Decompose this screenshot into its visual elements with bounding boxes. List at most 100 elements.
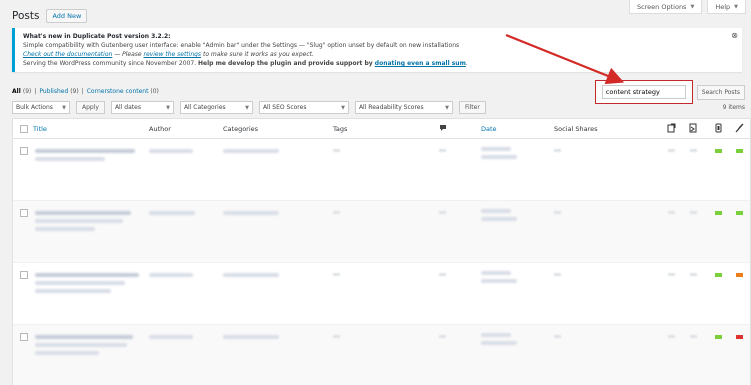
review-settings-link[interactable]: review the settings	[144, 51, 202, 58]
chevron-down-icon: ▼	[166, 104, 170, 111]
view-all-label: All	[12, 88, 21, 95]
select-all-checkbox[interactable]	[20, 125, 28, 133]
row-checkbox[interactable]	[20, 333, 28, 341]
view-separator: |	[81, 88, 84, 95]
table-row[interactable]	[13, 325, 750, 385]
chevron-down-icon: ▼	[445, 104, 449, 111]
filter-button[interactable]: Filter	[458, 101, 486, 114]
view-cornerstone[interactable]: Cornerstone content (0)	[87, 88, 159, 95]
blurred-category	[223, 273, 279, 277]
search-posts-button[interactable]: Search Posts	[696, 84, 745, 100]
blurred-date	[481, 155, 517, 159]
bulk-actions-label: Bulk Actions	[16, 104, 53, 111]
blurred-outgoing	[668, 211, 675, 214]
apply-button[interactable]: Apply	[76, 101, 105, 114]
dates-select[interactable]: All dates ▼	[110, 101, 174, 114]
view-all[interactable]: All (9)	[12, 88, 31, 95]
screen-options-label: Screen Options	[636, 2, 687, 11]
chevron-down-icon: ▼	[245, 104, 249, 111]
seo-scores-label: All SEO Scores	[262, 104, 307, 111]
seo-score-indicator	[715, 149, 722, 153]
readability-score-indicator	[736, 273, 743, 277]
seo-score-indicator	[715, 273, 722, 277]
notice-line3: Serving the WordPress community since No…	[23, 59, 734, 68]
view-cornerstone-count: (0)	[150, 88, 159, 95]
page-title-row: Posts Add New	[12, 9, 88, 23]
readability-score-indicator	[736, 211, 743, 215]
blurred-comments	[439, 149, 446, 152]
blurred-comments	[439, 335, 446, 338]
blurred-title	[35, 281, 125, 285]
column-social-shares: Social Shares	[554, 125, 598, 133]
blurred-title	[35, 289, 111, 293]
column-date[interactable]: Date	[481, 125, 497, 133]
search-input[interactable]	[601, 85, 686, 99]
view-all-count: (9)	[22, 88, 32, 95]
blurred-shares	[554, 149, 561, 152]
post-status-views: All (9) | Published (9) | Cornerstone co…	[12, 88, 159, 95]
blurred-date	[481, 279, 517, 283]
blurred-author	[149, 211, 195, 215]
help-tab[interactable]: Help ▼	[707, 0, 746, 14]
blurred-date	[481, 341, 517, 345]
blurred-comments	[439, 273, 446, 276]
notice-sep: — Please	[112, 51, 144, 58]
readability-scores-label: All Readability Scores	[358, 104, 424, 111]
table-row[interactable]	[13, 263, 750, 325]
screen-options-tab[interactable]: Screen Options ▼	[628, 0, 703, 14]
posts-table: Title Author Categories Tags Date Social…	[12, 118, 751, 385]
table-row[interactable]	[13, 139, 750, 201]
seo-score-indicator	[715, 211, 722, 215]
blurred-title[interactable]	[35, 335, 133, 339]
seo-scores-select[interactable]: All SEO Scores ▼	[258, 101, 349, 114]
blurred-tags	[333, 211, 340, 214]
incoming-links-icon[interactable]	[689, 123, 698, 133]
donate-link[interactable]: donating even a small sum	[375, 60, 466, 67]
row-checkbox[interactable]	[20, 147, 28, 155]
blurred-title	[35, 219, 123, 223]
view-published[interactable]: Published (9)	[39, 88, 78, 95]
close-icon[interactable]: ⊗	[731, 31, 738, 40]
view-published-count: (9)	[70, 88, 79, 95]
blurred-outgoing	[668, 335, 675, 338]
blurred-title[interactable]	[35, 273, 139, 277]
comment-icon[interactable]	[439, 124, 447, 132]
column-title[interactable]: Title	[33, 125, 47, 133]
documentation-link[interactable]: Check out the documentation	[23, 51, 112, 58]
caret-down-icon: ▼	[734, 3, 738, 10]
outgoing-links-icon[interactable]	[667, 123, 676, 133]
notice-line2-end: to make sure it works as you expect.	[201, 51, 314, 58]
notice-line2: Check out the documentation — Please rev…	[23, 50, 734, 59]
blurred-comments	[439, 211, 446, 214]
blurred-category	[223, 149, 279, 153]
blurred-title	[35, 227, 95, 231]
blurred-tags	[333, 149, 340, 152]
blurred-title	[35, 157, 105, 161]
blurred-title	[35, 343, 127, 347]
column-categories: Categories	[223, 125, 259, 133]
bulk-actions-select[interactable]: Bulk Actions ▼	[12, 101, 70, 114]
dates-label: All dates	[114, 104, 141, 111]
blurred-shares	[554, 335, 561, 338]
blurred-title[interactable]	[35, 211, 131, 215]
blurred-shares	[554, 273, 561, 276]
add-new-button[interactable]: Add New	[46, 9, 88, 23]
readability-scores-select[interactable]: All Readability Scores ▼	[354, 101, 453, 114]
caret-down-icon: ▼	[690, 3, 695, 10]
readability-icon[interactable]	[735, 123, 744, 133]
notice-heading: What's new in Duplicate Post version 3.2…	[23, 33, 171, 40]
row-checkbox[interactable]	[20, 271, 28, 279]
notice-line3-strong: Help me develop the plugin and provide s…	[198, 60, 375, 67]
categories-select[interactable]: All Categories ▼	[179, 101, 253, 114]
row-checkbox[interactable]	[20, 209, 28, 217]
page-title: Posts	[12, 10, 40, 22]
search-highlight-box	[594, 80, 693, 104]
view-cornerstone-label: Cornerstone content	[86, 88, 149, 95]
blurred-date	[481, 209, 511, 213]
duplicate-post-notice: What's new in Duplicate Post version 3.2…	[12, 28, 742, 72]
search-box: Search Posts	[594, 80, 745, 104]
table-row[interactable]	[13, 201, 750, 263]
view-separator: |	[34, 88, 37, 95]
seo-score-icon[interactable]	[715, 123, 722, 133]
blurred-title[interactable]	[35, 149, 135, 153]
